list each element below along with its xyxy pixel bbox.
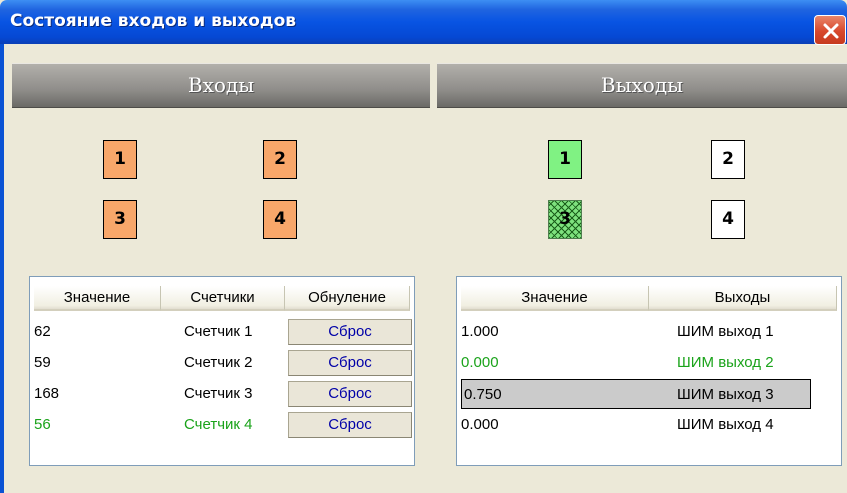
outputs-header: Выходы [437, 63, 847, 108]
input-box-2: 2 [263, 140, 297, 179]
io-status-window: Состояние входов и выходов Входы 1 2 3 4… [0, 0, 847, 493]
counter-name: Счетчик 2 [184, 354, 253, 371]
column-header-counters[interactable]: Счетчики [161, 286, 285, 311]
output-name: ШИМ выход 2 [677, 354, 774, 371]
column-header-value[interactable]: Значение [34, 286, 161, 311]
window-title: Состояние входов и выходов [10, 11, 297, 31]
column-header-reset[interactable]: Обнуление [285, 286, 410, 311]
input-box-3: 3 [103, 200, 137, 239]
output-value: 0.750 [464, 386, 502, 403]
reset-button[interactable]: Сброс [288, 381, 412, 407]
counter-value: 59 [34, 354, 51, 371]
output-box-2: 2 [711, 140, 745, 179]
reset-button[interactable]: Сброс [288, 319, 412, 345]
table-row[interactable]: 1.000 ШИМ выход 1 [461, 317, 811, 347]
output-value: 0.000 [461, 354, 499, 371]
counter-value: 56 [34, 416, 51, 433]
table-row[interactable]: 0.000 ШИМ выход 2 [461, 348, 811, 378]
reset-button[interactable]: Сброс [288, 412, 412, 438]
column-header-value[interactable]: Значение [461, 286, 649, 311]
output-name: ШИМ выход 4 [677, 416, 774, 433]
counters-table: Значение Счетчики Обнуление 62 Счетчик 1… [29, 276, 415, 466]
output-name: ШИМ выход 1 [677, 323, 774, 340]
counter-name: Счетчик 3 [184, 385, 253, 402]
window-border [0, 44, 4, 493]
table-row[interactable]: 59 Счетчик 2 Сброс [34, 348, 412, 378]
input-box-4: 4 [263, 200, 297, 239]
counter-value: 168 [34, 385, 60, 402]
outputs-table: Значение Выходы 1.000 ШИМ выход 1 0.000 … [456, 276, 842, 466]
output-name: ШИМ выход 3 [677, 386, 774, 403]
table-row[interactable]: 0.000 ШИМ выход 4 [461, 410, 811, 440]
table-row[interactable]: 168 Счетчик 3 Сброс [34, 379, 412, 409]
counter-name: Счетчик 4 [184, 416, 253, 433]
close-button[interactable] [814, 15, 846, 45]
output-box-3: 3 [548, 200, 582, 239]
counter-value: 62 [34, 323, 51, 340]
output-value: 0.000 [461, 416, 499, 433]
table-row[interactable]: 56 Счетчик 4 Сброс [34, 410, 412, 440]
output-box-1: 1 [548, 140, 582, 179]
close-icon [823, 23, 839, 39]
input-box-1: 1 [103, 140, 137, 179]
reset-button[interactable]: Сброс [288, 350, 412, 376]
column-header-outputs[interactable]: Выходы [649, 286, 837, 311]
inputs-header: Входы [12, 63, 430, 108]
output-box-4: 4 [711, 200, 745, 239]
output-value: 1.000 [461, 323, 499, 340]
title-bar[interactable]: Состояние входов и выходов [0, 0, 847, 45]
counter-name: Счетчик 1 [184, 323, 253, 340]
table-row-selected[interactable]: 0.750 ШИМ выход 3 [461, 379, 811, 409]
table-row[interactable]: 62 Счетчик 1 Сброс [34, 317, 412, 347]
